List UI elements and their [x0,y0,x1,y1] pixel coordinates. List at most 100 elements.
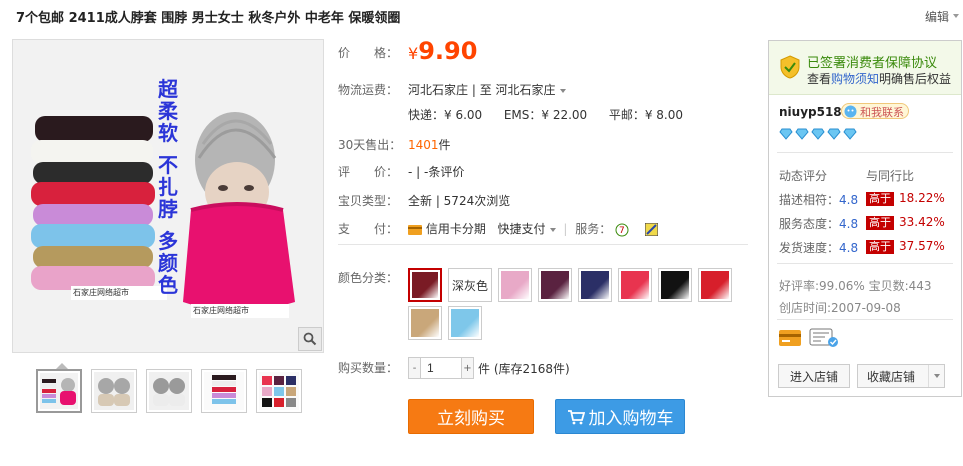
image-caption-left: 石家庄网络超市 [73,288,129,297]
color-swatch[interactable] [658,268,692,302]
certification-icon[interactable] [809,328,839,348]
contact-seller-button[interactable]: 和我联系 [841,103,909,119]
magnifier-icon [303,332,317,346]
thumb-image [94,372,134,410]
color-swatch[interactable] [408,306,442,340]
sold-count: 1401 [408,138,439,152]
shipping-fees: 快递：¥ 6.00 EMS：¥ 22.00 平邮：¥ 8.00 [408,106,683,123]
currency-symbol: ¥ [408,44,419,63]
overlay-char: 不 [158,153,178,177]
thumbnail-5[interactable] [256,369,302,413]
edit-link[interactable]: 编辑 [925,8,949,25]
thumb-image [259,372,299,410]
divider [338,244,748,245]
overlay-char: 颜 [158,251,178,275]
favorite-shop-button[interactable]: 收藏店铺 [857,364,945,388]
decrease-button[interactable]: - [408,357,421,379]
payment-label: 支 付： [338,222,399,236]
thumbnail-4[interactable] [201,369,247,413]
credit-card-icon[interactable] [779,330,801,346]
cart-icon [567,409,585,424]
color-swatches: 深灰色 [408,268,748,340]
shopping-notice-link[interactable]: 购物须知 [831,72,879,86]
increase-button[interactable]: + [461,357,474,379]
edit-chevron-icon[interactable] [953,14,959,18]
color-swatch[interactable] [618,268,652,302]
main-product-image[interactable]: 超 柔 软 不 扎 脖 多 颜 色 石家庄网络超市 石家庄网络超市 [12,39,324,353]
color-swatch[interactable] [498,268,532,302]
color-swatch[interactable] [698,268,732,302]
sold-label: 30天售出： [338,138,402,152]
protection-subtitle: 查看购物须知明确售后权益 [807,70,951,87]
color-label: 颜色分类： [338,271,399,285]
zoom-button[interactable] [298,327,322,351]
overlay-char: 超 [158,77,178,101]
price-label: 价 格： [338,46,399,60]
stock-text: 件 (库存2168件) [478,361,570,376]
guarantee-icon[interactable] [644,223,658,236]
dsr-label: 发货速度： [779,241,840,255]
thumbnail-2[interactable] [91,369,137,413]
buy-now-button[interactable]: 立刻购买 [408,399,534,434]
shipping-label: 物流运费： [338,83,399,97]
thumbnail-1[interactable] [36,369,82,413]
color-swatch[interactable] [578,268,612,302]
dsr-pct: 37.57% [899,239,945,253]
add-to-cart-label: 加入购物车 [588,409,674,429]
protection-sub-post: 明确售后权益 [879,72,952,86]
color-swatch[interactable] [448,306,482,340]
dsr-label: 描述相符： [779,193,840,207]
dsr-label: 服务态度： [779,217,840,231]
good-rate: 好评率:99.06% 宝贝数:443 [779,279,932,293]
swatch-image [541,271,569,299]
dsr-pct: 33.42% [899,215,945,229]
overlay-char: 多 [158,229,178,253]
quick-pay-link[interactable]: 快捷支付 [498,222,546,236]
chevron-down-icon[interactable] [559,88,566,93]
shield-icon [780,55,800,79]
rating-label: 评 价： [338,165,399,179]
dsr-score: 4.8 [839,241,859,255]
color-option-text[interactable]: 深灰色 [448,268,492,302]
quantity-input[interactable] [421,357,461,379]
higher-badge: 高于 [866,240,894,254]
ems-fee: EMS：¥ 22.00 [503,108,588,122]
overlay-text: 超 柔 软 不 扎 脖 多 颜 色 [153,78,183,296]
favorite-shop-label: 收藏店铺 [867,369,916,384]
swatch-image [621,271,649,299]
ship-to-select[interactable]: 河北石家庄 [496,83,556,97]
dsr-pct: 18.22% [899,191,945,205]
diamond-icon [795,128,809,140]
swatch-image [501,271,529,299]
overlay-char: 柔 [158,99,178,123]
seller-name[interactable]: niuyp518 [779,105,842,119]
chevron-down-icon[interactable] [549,227,556,232]
dsr-row: 描述相符：4.8 [779,191,858,208]
installment-link[interactable]: 信用卡分期 [426,222,486,236]
payment-options: 信用卡分期 快捷支付 | 服务： 7 [408,220,658,237]
overlay-char: 软 [158,121,178,145]
diamond-icon [843,128,857,140]
enter-shop-button[interactable]: 进入店铺 [778,364,850,388]
service-label: 服务： [575,222,612,236]
overlay-char: 色 [158,273,178,297]
color-swatch[interactable] [538,268,572,302]
diamond-icon [827,128,841,140]
divider [777,319,953,320]
favorite-dropdown[interactable] [928,365,944,387]
color-swatch[interactable] [408,268,442,302]
protection-title[interactable]: 已签署消费者保障协议 [807,52,937,71]
thumbnail-3[interactable] [146,369,192,413]
thumbnail-strip [36,369,302,413]
dsr-row: 服务态度：4.8 [779,215,858,232]
add-to-cart-button[interactable]: 加入购物车 [555,399,685,434]
swatch-image [661,271,689,299]
dsr-compare: 高于 37.57% [866,239,945,254]
dsr-row: 发货速度：4.8 [779,239,858,256]
overlay-char: 脖 [158,197,178,221]
wangwang-icon [844,105,857,118]
dsr-title: 动态评分 [779,169,828,183]
seven-day-return-icon[interactable]: 7 [615,223,629,237]
swatch-image [412,272,438,298]
contact-label: 和我联系 [860,106,904,119]
